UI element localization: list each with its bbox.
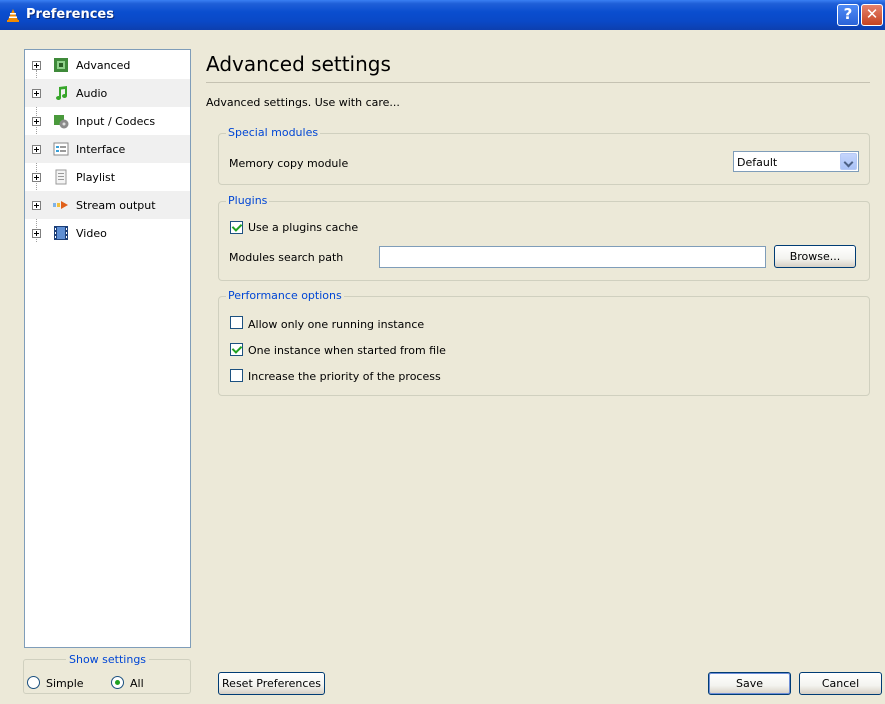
browse-button[interactable]: Browse...	[774, 245, 856, 268]
increase-priority-checkbox[interactable]	[230, 369, 243, 382]
tree-item-input-codecs[interactable]: Input / Codecs	[25, 107, 190, 135]
performance-options-title: Performance options	[226, 289, 344, 302]
close-button[interactable]: ✕	[861, 4, 883, 26]
cancel-button[interactable]: Cancel	[799, 672, 882, 695]
expand-icon[interactable]	[32, 229, 41, 238]
simple-radio[interactable]	[27, 676, 40, 689]
all-radio[interactable]	[111, 676, 124, 689]
special-modules-title: Special modules	[226, 126, 321, 139]
use-plugins-cache-checkbox[interactable]	[230, 221, 243, 234]
increase-priority-label: Increase the priority of the process	[248, 370, 441, 383]
expand-icon[interactable]	[32, 201, 41, 210]
category-tree[interactable]: Advanced Audio Input / Codecs Interface …	[24, 49, 191, 648]
show-settings-title: Show settings	[66, 653, 150, 666]
heading-divider	[206, 82, 870, 83]
allow-one-instance-checkbox[interactable]	[230, 316, 243, 329]
window-title: Preferences	[26, 7, 114, 22]
tree-item-advanced[interactable]: Advanced	[25, 51, 190, 79]
tree-item-stream-output[interactable]: Stream output	[25, 191, 190, 219]
plugins-group	[218, 201, 870, 281]
tree-item-video[interactable]: Video	[25, 219, 190, 247]
title-bar: Preferences ? ✕	[0, 0, 885, 30]
interface-icon	[53, 142, 69, 156]
tree-item-label: Stream output	[76, 199, 156, 212]
vlc-cone-icon	[7, 9, 19, 22]
page-title: Advanced settings	[206, 52, 391, 76]
help-button[interactable]: ?	[837, 4, 859, 26]
film-icon	[54, 226, 68, 240]
memory-copy-select[interactable]: Default	[733, 151, 859, 172]
memory-copy-value: Default	[737, 156, 778, 169]
simple-radio-label: Simple	[46, 677, 84, 690]
music-note-icon	[56, 86, 67, 100]
modules-search-path-input[interactable]	[379, 246, 766, 268]
tree-item-label: Playlist	[76, 171, 116, 184]
chip-icon	[54, 58, 68, 72]
one-instance-from-file-checkbox[interactable]	[230, 343, 243, 356]
expand-icon[interactable]	[32, 61, 41, 70]
expand-icon[interactable]	[32, 173, 41, 182]
expand-icon[interactable]	[32, 89, 41, 98]
stream-output-icon	[53, 201, 68, 209]
tree-item-label: Advanced	[76, 59, 131, 72]
tree-item-label: Interface	[76, 143, 126, 156]
modules-search-path-label: Modules search path	[229, 251, 344, 264]
tree-item-interface[interactable]: Interface	[25, 135, 190, 163]
reset-preferences-button[interactable]: Reset Preferences	[218, 672, 325, 695]
tree-item-label: Video	[76, 227, 107, 240]
playlist-icon	[55, 169, 67, 185]
tree-item-label: Input / Codecs	[76, 115, 156, 128]
memory-copy-label: Memory copy module	[229, 157, 349, 170]
plugins-title: Plugins	[226, 194, 270, 207]
tree-item-playlist[interactable]: Playlist	[25, 163, 190, 191]
codecs-icon	[54, 115, 69, 129]
use-plugins-cache-label: Use a plugins cache	[248, 221, 359, 234]
chevron-down-icon[interactable]	[840, 153, 857, 170]
all-radio-label: All	[130, 677, 144, 690]
page-description: Advanced settings. Use with care...	[206, 96, 400, 109]
save-button[interactable]: Save	[708, 672, 791, 695]
tree-item-audio[interactable]: Audio	[25, 79, 190, 107]
allow-one-instance-label: Allow only one running instance	[248, 318, 425, 331]
expand-icon[interactable]	[32, 117, 41, 126]
expand-icon[interactable]	[32, 145, 41, 154]
tree-item-label: Audio	[76, 87, 108, 100]
one-instance-from-file-label: One instance when started from file	[248, 344, 446, 357]
